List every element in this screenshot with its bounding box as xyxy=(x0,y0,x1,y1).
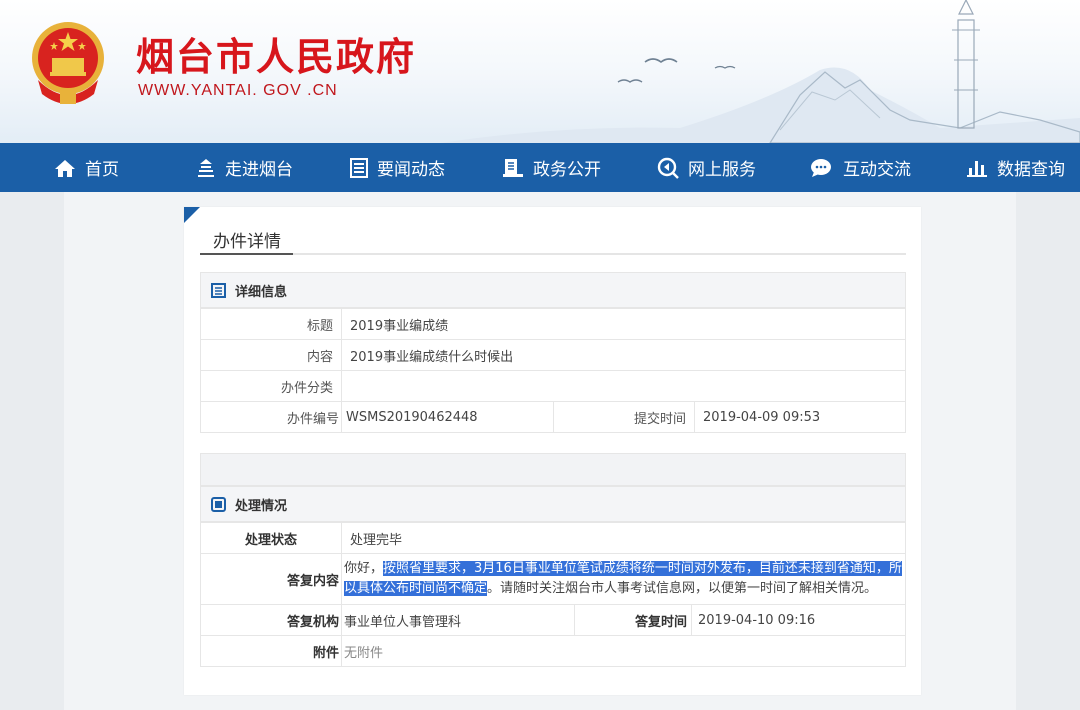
field-value: 事业单位人事管理科 xyxy=(341,604,575,636)
main-nav: 首页 走进烟台 要闻动态 政务公开 网上服务 互动交流 数据查询 xyxy=(0,143,1080,192)
table-row: 答复内容 你好，按照省里要求，3月16日事业单位笔试成绩将统一时间对外发布，目前… xyxy=(200,553,906,605)
nav-item-interaction[interactable]: 互动交流 xyxy=(810,143,911,192)
reply-content: 你好，按照省里要求，3月16日事业单位笔试成绩将统一时间对外发布，目前还未接到省… xyxy=(341,553,906,605)
page-title: 办件详情 xyxy=(213,232,281,252)
table-row: 处理状态 处理完毕 xyxy=(200,522,906,554)
section-title: 详细信息 xyxy=(235,284,288,300)
lighthouse-scenery-icon xyxy=(440,0,1080,143)
table-row: 办件编号 WSMS20190462448 提交时间 2019-04-09 09:… xyxy=(200,401,906,433)
nav-item-gov-open[interactable]: 政务公开 xyxy=(502,143,601,192)
detail-table: 标题 2019事业编成绩 内容 2019事业编成绩什么时候出 办件分类 办件编号… xyxy=(200,308,906,433)
bar-chart-icon xyxy=(967,160,987,177)
table-row: 标题 2019事业编成绩 xyxy=(200,308,906,340)
field-label: 办件编号 xyxy=(200,401,342,433)
building-icon xyxy=(198,158,214,177)
field-value: 2019事业编成绩 xyxy=(341,308,906,340)
list-icon xyxy=(211,282,226,298)
nav-item-label: 首页 xyxy=(85,160,119,180)
field-label: 附件 xyxy=(200,635,342,667)
chat-icon xyxy=(811,158,831,177)
attachment-value: 无附件 xyxy=(341,635,906,667)
site-header: 烟台市人民政府 WWW.YANTAI. GOV .CN xyxy=(0,0,1080,143)
field-value: 处理完毕 xyxy=(341,522,906,554)
section-header-process: 处理情况 xyxy=(200,486,906,522)
nav-item-label: 数据查询 xyxy=(997,160,1065,180)
home-icon xyxy=(55,159,75,177)
section-header-detail: 详细信息 xyxy=(200,272,906,308)
nav-item-data-query[interactable]: 数据查询 xyxy=(966,143,1065,192)
nav-item-label: 要闻动态 xyxy=(377,160,445,180)
field-label: 提交时间 xyxy=(553,401,695,433)
table-row: 附件 无附件 xyxy=(200,635,906,667)
site-url: WWW.YANTAI. GOV .CN xyxy=(138,82,338,99)
field-value: 2019事业编成绩什么时候出 xyxy=(341,339,906,371)
section-spacer xyxy=(200,453,906,486)
field-label: 答复时间 xyxy=(574,604,692,636)
table-row: 内容 2019事业编成绩什么时候出 xyxy=(200,339,906,371)
table-row: 办件分类 xyxy=(200,370,906,402)
section-title: 处理情况 xyxy=(235,498,288,514)
process-table: 处理状态 处理完毕 答复内容 你好，按照省里要求，3月16日事业单位笔试成绩将统… xyxy=(200,522,906,667)
reply-greeting: 你好， xyxy=(344,561,384,576)
corner-ribbon xyxy=(184,207,200,223)
field-label: 处理状态 xyxy=(200,522,342,554)
field-label: 内容 xyxy=(200,339,342,371)
nav-item-news[interactable]: 要闻动态 xyxy=(350,143,445,192)
nav-item-about[interactable]: 走进烟台 xyxy=(196,143,293,192)
reply-selected-text: 具体公布时间尚不确定 xyxy=(357,581,488,596)
document-icon xyxy=(350,157,368,178)
reply-tail: 。请随时关注烟台市人事考试信息网，以便第一时间了解相关情况。 xyxy=(487,581,878,596)
open-doc-icon xyxy=(503,158,523,177)
title-divider xyxy=(200,253,906,255)
site-title: 烟台市人民政府 xyxy=(136,35,417,79)
field-value: 2019-04-10 09:16 xyxy=(691,604,906,636)
field-label: 标题 xyxy=(200,308,342,340)
field-label: 答复内容 xyxy=(200,553,342,605)
field-value: 2019-04-09 09:53 xyxy=(694,401,906,433)
page-gutter-left xyxy=(0,192,64,710)
nav-item-label: 走进烟台 xyxy=(225,160,293,180)
nav-item-online-service[interactable]: 网上服务 xyxy=(657,143,756,192)
title-divider-active xyxy=(200,253,293,255)
page-gutter-right xyxy=(1016,192,1080,710)
national-emblem-icon xyxy=(32,22,104,104)
nav-item-label: 政务公开 xyxy=(533,160,601,180)
field-label: 办件分类 xyxy=(200,370,342,402)
nav-item-label: 互动交流 xyxy=(843,160,911,180)
field-value: WSMS20190462448 xyxy=(341,401,554,433)
nav-item-label: 网上服务 xyxy=(688,160,756,180)
search-globe-icon xyxy=(657,157,679,179)
nav-item-home[interactable]: 首页 xyxy=(54,143,119,192)
list-icon xyxy=(211,496,226,512)
table-row: 答复机构 事业单位人事管理科 答复时间 2019-04-10 09:16 xyxy=(200,604,906,636)
case-detail-card: 办件详情 详细信息 标题 2019事业编成绩 内容 2019事业编成绩什么时候出… xyxy=(184,207,921,695)
field-value xyxy=(341,370,906,402)
field-label: 答复机构 xyxy=(200,604,342,636)
